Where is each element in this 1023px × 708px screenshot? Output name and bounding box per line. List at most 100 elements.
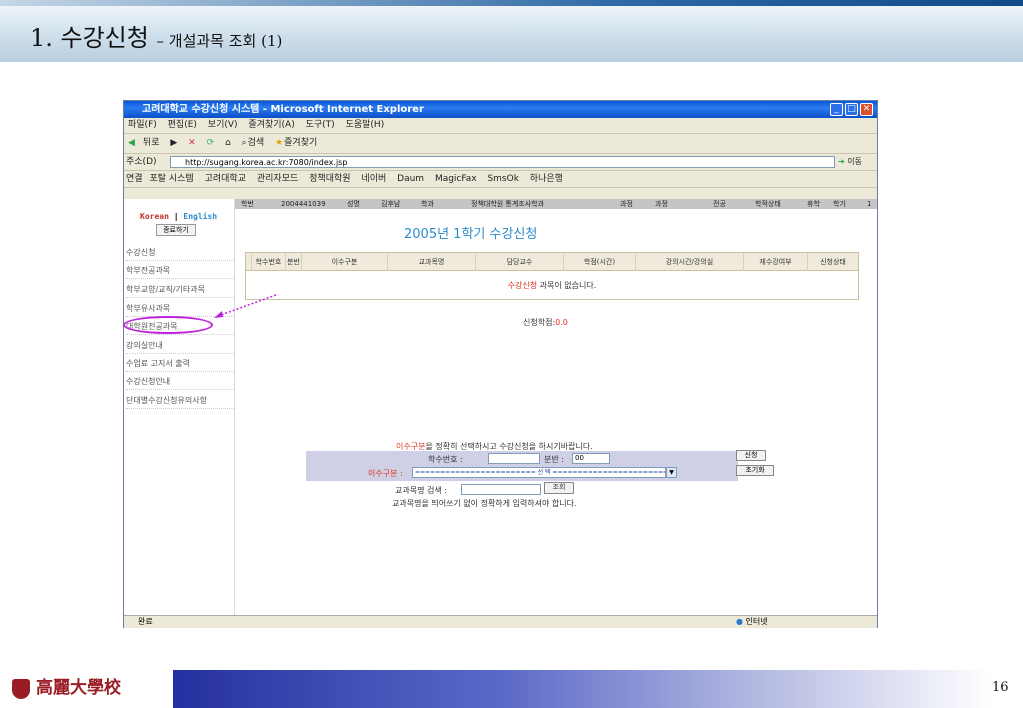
page-title: 2005년 1학기 수강신청	[404, 227, 538, 242]
credits-value: 0.0	[555, 318, 568, 327]
type-select[interactable]: ======================== 선 택 ===========…	[412, 467, 666, 478]
link-smsok[interactable]: SmsOk	[487, 171, 518, 187]
university-logo: 高麗大學校	[12, 672, 172, 704]
link-daum[interactable]: Daum	[397, 171, 424, 187]
info-label-dept: 학과	[421, 200, 434, 208]
status-done: 완료	[138, 617, 153, 626]
sidebar-item-undergrad-major[interactable]: 학부전공과목	[126, 264, 234, 279]
lang-korean[interactable]: Korean	[140, 212, 169, 221]
col-course-no: 학수번호	[252, 253, 286, 271]
window-title: 고려대학교 수강신청 시스템 - Microsoft Internet Expl…	[142, 104, 424, 115]
col-credits: 학점(시간)	[564, 253, 636, 271]
link-hana-bank[interactable]: 하나은행	[530, 171, 563, 187]
minimize-button[interactable]: _	[830, 103, 843, 116]
menu-favorites[interactable]: 즐겨찾기(A)	[248, 118, 294, 133]
chevron-down-icon[interactable]: ▼	[666, 467, 677, 478]
close-button[interactable]: ✕	[860, 103, 873, 116]
applied-credits: 신청학점:0.0	[523, 318, 568, 327]
lang-separator: |	[173, 212, 179, 221]
info-label-status: 학적상태	[755, 200, 781, 208]
pointer-arrow-icon	[214, 294, 277, 318]
info-label-major: 전공	[713, 200, 726, 208]
info-value-course: 과정	[655, 200, 668, 208]
empty-message: 수강신청 과목이 없습니다.	[507, 281, 597, 290]
col-time-room: 강의시간/강의실	[636, 253, 744, 271]
star-icon[interactable]: ★	[275, 134, 283, 153]
col-course-name: 교과목명	[388, 253, 476, 271]
menu-help[interactable]: 도움말(H)	[346, 118, 385, 133]
search-button[interactable]: 조회	[544, 482, 574, 494]
back-button[interactable]: 뒤로	[143, 134, 160, 153]
slide-subtitle: – 개설과목 조회 (1)	[156, 32, 283, 50]
go-button[interactable]: ➔ 이동	[838, 156, 862, 167]
go-arrow-icon: ➔	[838, 157, 845, 166]
info-label-semester: 학기	[833, 200, 846, 208]
page-content: Korean | English 종료하기 수강신청 학부전공과목 학부교양/교…	[124, 199, 877, 615]
menu-view[interactable]: 보기(V)	[208, 118, 238, 133]
menu-tools[interactable]: 도구(T)	[306, 118, 335, 133]
course-no-input[interactable]	[488, 453, 540, 464]
sidebar-item-sugang[interactable]: 수강신청	[126, 246, 234, 261]
status-zone: ● 인터넷	[736, 617, 768, 626]
info-label-id: 학번	[241, 200, 254, 208]
apply-form: 학수번호 : 분반 : 00 이수구분 : ==================…	[306, 450, 774, 481]
link-naver[interactable]: 네이버	[361, 171, 386, 187]
search-note: 교과목명을 띄어쓰기 없이 정확하게 입력하셔야 합니다.	[392, 499, 577, 508]
link-magicfax[interactable]: MagicFax	[435, 171, 477, 187]
back-icon[interactable]: ◀	[128, 134, 135, 153]
info-value-dept: 정책대학원 통계조사학과	[471, 200, 545, 208]
sidebar-item-tuition-bill[interactable]: 수업료 고지서 출력	[126, 357, 234, 372]
link-portal[interactable]: 포탈 시스템	[149, 171, 193, 187]
address-label: 주소(D)	[126, 157, 157, 167]
toolbar: ◀ 뒤로 ▶ ✕ ⟳ ⌂ ⌕검색 ★즐겨찾기	[124, 134, 877, 154]
section-label: 분반 :	[544, 455, 564, 464]
sidebar-item-classroom[interactable]: 강의실안내	[126, 339, 234, 354]
info-value-semester: 1	[867, 200, 872, 208]
col-type: 이수구분	[302, 253, 388, 271]
status-bar: 완료 ● 인터넷	[124, 615, 877, 628]
apply-button[interactable]: 신청	[736, 450, 766, 461]
menu-bar: 파일(F) 편집(E) 보기(V) 즐겨찾기(A) 도구(T) 도움말(H)	[124, 118, 877, 134]
course-table: 학수번호 분반 이수구분 교과목명 담당교수 학점(시간) 강의시간/강의실 재…	[245, 252, 859, 300]
link-admin[interactable]: 관리자모드	[257, 171, 298, 187]
search-input[interactable]	[461, 484, 541, 495]
search-button[interactable]: 검색	[248, 134, 265, 153]
info-value-name: 김후남	[381, 200, 401, 208]
reset-button[interactable]: 초기화	[736, 465, 774, 476]
search-icon[interactable]: ⌕	[242, 134, 247, 153]
section-input[interactable]: 00	[572, 453, 610, 464]
favorites-button[interactable]: 즐겨찾기	[284, 134, 317, 153]
address-input[interactable]: http://sugang.korea.ac.kr:7080/index.jsp	[170, 156, 835, 168]
stop-icon[interactable]: ✕	[188, 134, 196, 153]
type-label: 이수구분 :	[368, 469, 403, 478]
links-bar: 연결 포탈 시스템 고려대학교 관리자모드 정책대학원 네이버 Daum Mag…	[124, 171, 877, 188]
link-korea-univ[interactable]: 고려대학교	[205, 171, 246, 187]
links-label: 연결	[126, 174, 143, 184]
info-label-course: 과정	[620, 200, 633, 208]
forward-icon[interactable]: ▶	[170, 134, 177, 153]
footer-bar	[173, 670, 993, 708]
search-area: 교과목명 검색 : 조회 교과목명을 띄어쓰기 없이 정확하게 입력하셔야 합니…	[306, 481, 738, 511]
info-value-id: 2004441039	[281, 200, 326, 208]
link-policy-school[interactable]: 정책대학원	[309, 171, 350, 187]
maximize-button[interactable]: □	[845, 103, 858, 116]
sidebar-item-notes[interactable]: 단대별수강신청유의사항	[126, 394, 234, 409]
lang-english[interactable]: English	[183, 212, 217, 221]
home-icon[interactable]: ⌂	[225, 134, 231, 153]
menu-file[interactable]: 파일(F)	[128, 118, 157, 133]
info-label-name: 성명	[347, 200, 360, 208]
col-retake: 재수강여부	[744, 253, 808, 271]
slide-title: 1. 수강신청 – 개설과목 조회 (1)	[30, 24, 283, 52]
refresh-icon[interactable]: ⟳	[207, 134, 215, 153]
logout-button[interactable]: 종료하기	[156, 224, 196, 236]
globe-icon: ●	[736, 617, 743, 626]
col-professor: 담당교수	[476, 253, 564, 271]
menu-edit[interactable]: 편집(E)	[168, 118, 197, 133]
sidebar-item-guide[interactable]: 수강신청안내	[126, 375, 234, 390]
page-number: 16	[992, 680, 1009, 695]
browser-window: 고려대학교 수강신청 시스템 - Microsoft Internet Expl…	[123, 100, 878, 628]
info-value-status: 휴학	[807, 200, 820, 208]
header-accent-bar	[0, 0, 1023, 6]
student-info-bar: 학번 2004441039 성명 김후남 학과 정책대학원 통계조사학과 과정 …	[235, 199, 877, 209]
crest-icon	[12, 678, 30, 699]
